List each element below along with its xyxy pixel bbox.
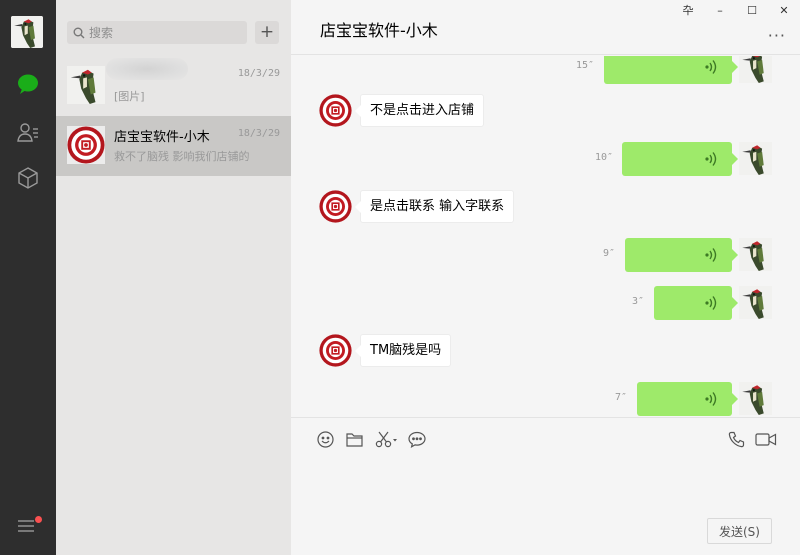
- avatar[interactable]: [739, 142, 772, 175]
- session-time: 18/3/29: [237, 128, 280, 139]
- close-button[interactable]: ✕: [774, 2, 794, 18]
- message-voice-out: 9″: [572, 238, 772, 274]
- minimize-button[interactable]: –: [710, 2, 730, 18]
- chat-icon[interactable]: [14, 70, 42, 98]
- session-item-active[interactable]: 店宝宝软件-小木 18/3/29 救不了脑残 影响我们店铺的: [56, 116, 291, 176]
- voice-bubble[interactable]: [604, 56, 738, 84]
- send-button[interactable]: 发送(S): [707, 518, 772, 544]
- avatar[interactable]: [739, 286, 772, 319]
- session-list: + 18/3/29 [图片] 店宝宝软件-小木 18/3/29 救不了脑残 影响…: [56, 0, 291, 555]
- session-item[interactable]: 18/3/29 [图片]: [56, 56, 291, 116]
- folder-icon[interactable]: [345, 430, 363, 448]
- search-icon: [73, 27, 85, 39]
- session-name: 店宝宝软件-小木: [114, 130, 210, 145]
- voice-duration: 10″: [594, 152, 613, 163]
- voice-bubble[interactable]: [622, 142, 738, 176]
- my-avatar[interactable]: [11, 16, 43, 48]
- menu-icon[interactable]: [17, 516, 42, 538]
- search-input[interactable]: [89, 25, 239, 40]
- message-voice-out: 10″: [572, 142, 772, 178]
- avatar[interactable]: [319, 190, 352, 223]
- maximize-button[interactable]: ☐: [742, 2, 762, 18]
- voice-duration: 15″: [575, 60, 594, 71]
- voice-bubble[interactable]: [625, 238, 738, 272]
- add-button[interactable]: +: [255, 21, 279, 44]
- chat-pane: 店宝宝软件-小木 卆 – ☐ ✕ ··· 15″ 不是点击进入店铺 10″ 是点…: [291, 0, 800, 555]
- avatar[interactable]: [739, 382, 772, 415]
- voice-wave-icon: [704, 59, 718, 75]
- message-list[interactable]: 15″ 不是点击进入店铺 10″ 是点击联系 输入字联系 9″ 3″ TM脑残是…: [291, 56, 800, 417]
- message-voice-out: 3″: [572, 286, 772, 322]
- avatar[interactable]: [319, 94, 352, 127]
- more-icon[interactable]: ···: [768, 26, 786, 45]
- sidebar-rail: [0, 0, 56, 555]
- voice-duration: 3″: [631, 296, 644, 307]
- voice-bubble[interactable]: [637, 382, 738, 416]
- avatar[interactable]: [319, 334, 352, 367]
- text-bubble[interactable]: 是点击联系 输入字联系: [354, 190, 515, 223]
- phone-icon[interactable]: [727, 430, 745, 448]
- message-input[interactable]: [311, 460, 781, 510]
- avatar[interactable]: [739, 238, 772, 271]
- avatar: [67, 126, 105, 164]
- emoji-icon[interactable]: [316, 430, 334, 448]
- search-box[interactable]: [67, 21, 247, 44]
- voice-wave-icon: [704, 247, 718, 263]
- session-time: 18/3/29: [237, 68, 280, 79]
- text-bubble[interactable]: TM脑残是吗: [354, 334, 452, 367]
- voice-duration: 9″: [602, 248, 615, 259]
- voice-wave-icon: [704, 151, 718, 167]
- message-voice-out: 15″: [572, 56, 772, 86]
- video-icon[interactable]: [755, 430, 777, 448]
- session-preview: [图片]: [114, 90, 145, 103]
- avatar: [67, 66, 105, 104]
- session-preview: 救不了脑残 影响我们店铺的: [114, 150, 250, 163]
- voice-wave-icon: [704, 391, 718, 407]
- chat-header: 店宝宝软件-小木 卆 – ☐ ✕ ···: [291, 0, 800, 55]
- notification-dot: [35, 516, 42, 523]
- comment-icon[interactable]: [408, 430, 426, 448]
- avatar[interactable]: [739, 56, 772, 83]
- voice-bubble[interactable]: [654, 286, 738, 320]
- blurred-name: [106, 58, 188, 80]
- message-voice-out: 7″: [572, 382, 772, 417]
- input-toolbar: [291, 417, 800, 457]
- voice-wave-icon: [704, 295, 718, 311]
- chat-title: 店宝宝软件-小木: [320, 21, 438, 40]
- voice-duration: 7″: [614, 392, 627, 403]
- scissors-icon[interactable]: [375, 430, 399, 448]
- contacts-icon[interactable]: [14, 118, 42, 146]
- box-icon[interactable]: [14, 164, 42, 192]
- pin-icon[interactable]: 卆: [678, 2, 698, 18]
- text-bubble[interactable]: 不是点击进入店铺: [354, 94, 485, 127]
